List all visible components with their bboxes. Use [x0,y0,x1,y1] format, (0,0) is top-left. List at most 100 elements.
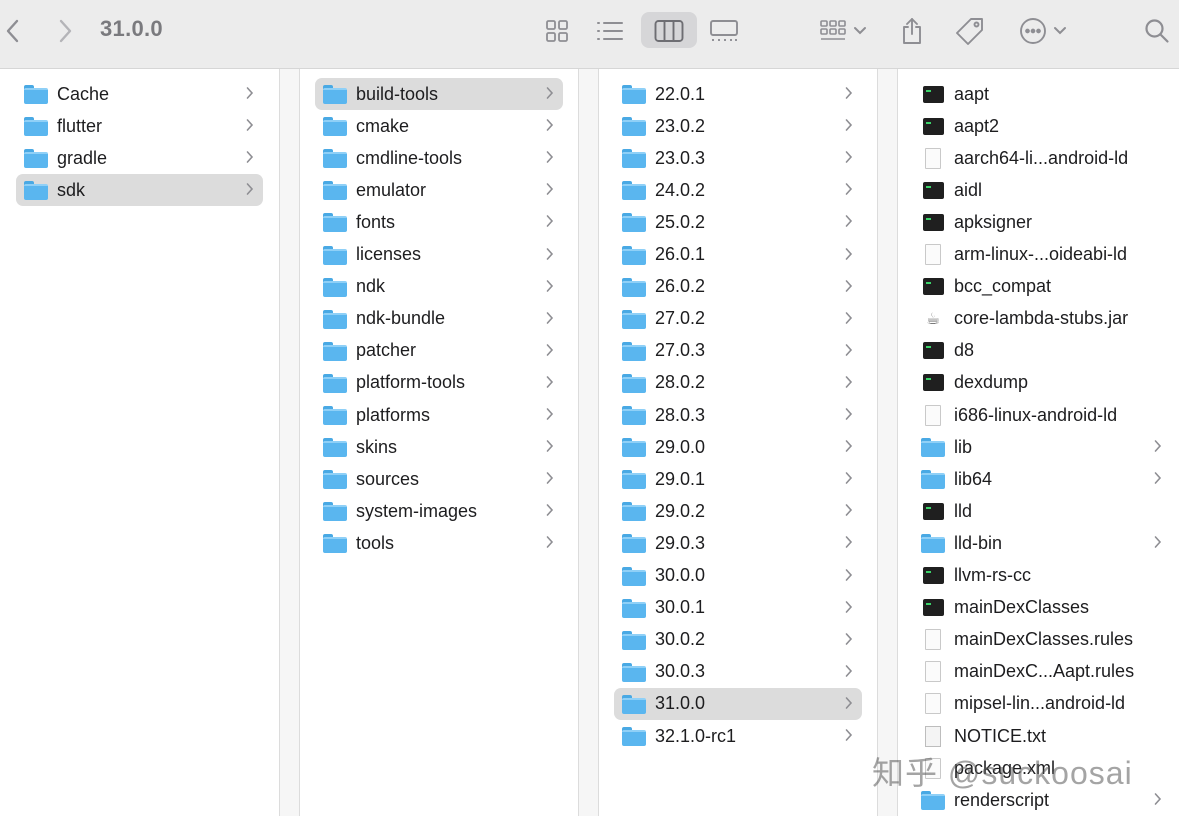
back-button[interactable] [2,14,24,48]
list-item[interactable]: lld [913,495,1171,527]
item-label: mainDexClasses [954,597,1090,618]
list-item[interactable]: cmdline-tools [315,142,563,174]
list-item[interactable]: 27.0.3 [614,335,862,367]
list-item[interactable]: llvm-rs-cc [913,560,1171,592]
list-item[interactable]: licenses [315,239,563,271]
list-item[interactable]: 25.0.2 [614,206,862,238]
list-view-button[interactable] [595,14,625,48]
item-label: lib [954,436,973,457]
list-item[interactable]: build-tools [315,78,563,110]
item-label: flutter [57,115,103,136]
list-item[interactable]: bcc_compat [913,271,1171,303]
list-item[interactable]: fonts [315,206,563,238]
gallery-view-button[interactable] [708,14,740,48]
item-label: tools [356,532,395,553]
folder-icon [323,244,347,266]
folder-icon [24,115,48,137]
list-item[interactable]: system-images [315,495,563,527]
list-item[interactable]: Cache [16,78,263,110]
forward-button[interactable] [54,14,76,48]
item-label: 27.0.2 [655,308,706,329]
list-item[interactable]: 29.0.2 [614,495,862,527]
list-item[interactable]: aapt [913,78,1171,110]
list-item[interactable]: tools [315,527,563,559]
folder-icon [323,372,347,394]
list-item[interactable]: 27.0.2 [614,303,862,335]
chevron-right-icon [546,279,554,297]
list-item[interactable]: 30.0.2 [614,624,862,656]
list-item[interactable]: aidl [913,174,1171,206]
folder-icon [622,179,646,201]
list-item[interactable]: gradle [16,142,263,174]
list-item[interactable]: skins [315,431,563,463]
column-resizer[interactable] [280,69,300,816]
group-menu-button[interactable] [816,14,870,48]
list-item[interactable]: 30.0.1 [614,592,862,624]
list-item[interactable]: ☕ core-lambda-stubs.jar [913,303,1171,335]
list-item[interactable]: 30.0.0 [614,560,862,592]
folder-icon [622,147,646,169]
list-item[interactable]: mipsel-lin...android-ld [913,688,1171,720]
list-item[interactable]: emulator [315,174,563,206]
list-item[interactable]: 31.0.0 [614,687,862,720]
list-item[interactable]: lld-bin [913,527,1171,559]
list-item[interactable]: mainDexClasses.rules [913,624,1171,656]
toolbar: 31.0.0 [0,0,1179,69]
list-item[interactable]: i686-linux-android-ld [913,399,1171,431]
icon-view-button[interactable] [543,14,571,48]
folder-icon [921,532,945,554]
list-item[interactable]: flutter [16,110,263,142]
list-item[interactable]: 29.0.0 [614,431,862,463]
search-button[interactable] [1142,14,1172,48]
list-item[interactable]: aarch64-li...android-ld [913,142,1171,174]
folder-icon [921,468,945,490]
folder-icon [622,404,646,426]
list-item[interactable]: 24.0.2 [614,174,862,206]
list-item[interactable]: sources [315,463,563,495]
column-resizer[interactable] [878,69,898,816]
list-item[interactable]: sdk [16,174,263,207]
list-item[interactable]: 29.0.1 [614,463,862,495]
list-item[interactable]: cmake [315,110,563,142]
list-item[interactable]: d8 [913,335,1171,367]
list-item[interactable]: lib64 [913,463,1171,495]
list-item[interactable]: dexdump [913,367,1171,399]
list-item[interactable]: arm-linux-...oideabi-ld [913,239,1171,271]
item-label: sdk [57,179,86,200]
column-resizer[interactable] [579,69,599,816]
tag-button[interactable] [954,14,986,48]
list-item[interactable]: 26.0.2 [614,271,862,303]
chevron-right-icon [546,247,554,265]
list-item[interactable]: 30.0.3 [614,656,862,688]
list-item[interactable]: aapt2 [913,110,1171,142]
chevron-right-icon [845,568,853,586]
list-item[interactable]: 23.0.2 [614,110,862,142]
item-label: 32.1.0-rc1 [655,725,737,746]
list-item[interactable]: 28.0.3 [614,399,862,431]
item-label: 23.0.3 [655,147,706,168]
folder-icon [622,468,646,490]
more-actions-button[interactable] [1016,14,1070,48]
list-item[interactable]: 26.0.1 [614,239,862,271]
list-item[interactable]: 23.0.3 [614,142,862,174]
list-item[interactable]: patcher [315,335,563,367]
list-item[interactable]: platforms [315,399,563,431]
column-view-button[interactable] [653,14,685,48]
share-button[interactable] [898,14,926,48]
item-label: 31.0.0 [655,693,706,714]
terminal-executable-icon [921,565,945,587]
folder-icon [622,436,646,458]
list-item[interactable]: ndk-bundle [315,303,563,335]
list-item[interactable]: 32.1.0-rc1 [614,720,862,752]
list-item[interactable]: 29.0.3 [614,527,862,559]
list-item[interactable]: ndk [315,271,563,303]
gallery-icon [710,20,738,41]
list-item[interactable]: 28.0.2 [614,367,862,399]
list-item[interactable]: lib [913,431,1171,463]
list-item[interactable]: 22.0.1 [614,78,862,110]
item-label: 26.0.2 [655,276,706,297]
list-item[interactable]: mainDexClasses [913,592,1171,624]
list-item[interactable]: apksigner [913,206,1171,238]
list-item[interactable]: platform-tools [315,367,563,399]
list-item[interactable]: mainDexC...Aapt.rules [913,656,1171,688]
